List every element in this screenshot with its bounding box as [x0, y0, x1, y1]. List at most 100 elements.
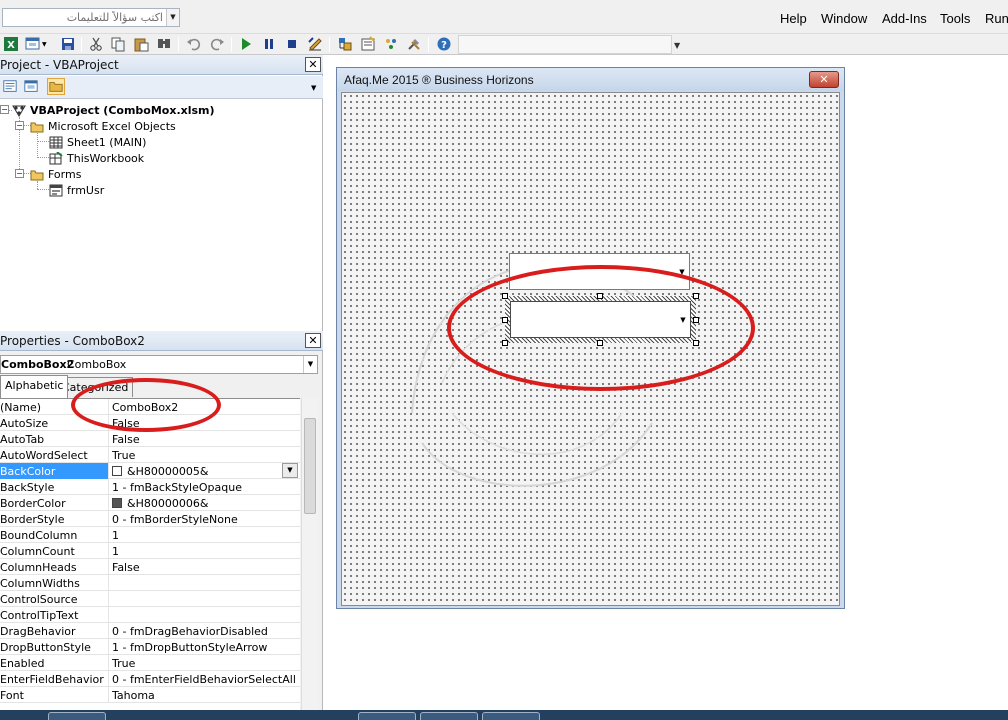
reset-icon[interactable] [284, 36, 300, 52]
property-dropdown-button[interactable]: ▼ [282, 463, 298, 478]
paste-icon[interactable] [133, 36, 149, 52]
property-value[interactable]: 1 [112, 545, 119, 558]
scrollbar-thumb[interactable] [304, 418, 316, 514]
annotation-ellipse-name [71, 378, 221, 432]
property-value[interactable]: 0 - fmBorderStyleNone [112, 513, 238, 526]
svg-text:?: ? [441, 40, 447, 51]
property-row[interactable]: AutoWordSelect True [0, 447, 300, 463]
object-selector-dropdown[interactable]: ComboBox2 ComboBox ▼ [0, 355, 318, 374]
insert-userform-icon[interactable] [25, 36, 41, 52]
copy-icon[interactable] [110, 36, 126, 52]
property-value[interactable]: 0 - fmDragBehaviorDisabled [112, 625, 268, 638]
project-explorer-icon[interactable] [337, 36, 353, 52]
line-column-indicator [458, 35, 672, 54]
toggle-folders-icon[interactable] [47, 78, 65, 95]
menu-add-ins[interactable]: Add-Ins [882, 11, 927, 26]
properties-pane-close-button[interactable]: ✕ [305, 333, 321, 348]
redo-icon[interactable] [209, 36, 225, 52]
property-row[interactable]: DropButtonStyle 1 - fmDropButtonStyleArro… [0, 639, 300, 655]
property-value[interactable]: Tahoma [112, 689, 155, 702]
property-value[interactable]: False [112, 433, 140, 446]
taskbar-button[interactable] [420, 712, 478, 720]
ask-question-box[interactable]: ▼ [2, 8, 180, 27]
property-row[interactable]: BorderColor &H80000006& [0, 495, 300, 511]
property-row[interactable]: ControlSource [0, 591, 300, 607]
property-name: BackColor [0, 463, 109, 479]
find-icon[interactable] [156, 36, 172, 52]
property-grid-scrollbar[interactable] [301, 398, 318, 720]
property-value[interactable]: True [112, 657, 135, 670]
property-row[interactable]: ColumnCount 1 [0, 543, 300, 559]
taskbar-button[interactable] [48, 712, 106, 720]
collapse-excel-objects-toggle[interactable]: − [15, 121, 24, 130]
property-row[interactable]: ControlTipText [0, 607, 300, 623]
menu-tools[interactable]: Tools [940, 11, 970, 26]
insert-dropdown-icon[interactable]: ▼ [42, 41, 47, 48]
toolbox-icon[interactable] [406, 36, 422, 52]
project-tree: − − − VBAProject (ComboMox.xlsm) Microso… [0, 101, 323, 331]
tree-item-label: VBAProject (ComboMox.xlsm) [30, 104, 215, 117]
property-name: Enabled [0, 655, 109, 671]
userform-titlebar[interactable]: Afaq.Me 2015 ® Business Horizons ✕ [337, 68, 844, 91]
property-row[interactable]: Font Tahoma [0, 687, 300, 703]
property-value[interactable]: &H80000006& [127, 497, 208, 510]
run-icon[interactable] [238, 36, 254, 52]
property-name: DragBehavior [0, 623, 109, 639]
property-row[interactable]: BackColor &H80000005& ▼ [0, 463, 300, 479]
property-row[interactable]: BackStyle 1 - fmBackStyleOpaque [0, 479, 300, 495]
help-icon[interactable]: ? [436, 36, 452, 52]
property-value[interactable]: False [112, 561, 140, 574]
property-row[interactable]: ColumnHeads False [0, 559, 300, 575]
taskbar-button[interactable] [482, 712, 540, 720]
project-pane-toolbar: ▼ [0, 76, 323, 99]
property-value[interactable]: 0 - fmEnterFieldBehaviorSelectAll [112, 673, 296, 686]
chevron-down-icon[interactable]: ▼ [303, 356, 317, 373]
object-browser-icon[interactable] [383, 36, 399, 52]
menu-run[interactable]: Run [985, 11, 1008, 26]
excel-view-icon[interactable]: X [3, 36, 19, 52]
save-icon[interactable] [60, 36, 76, 52]
property-name: BorderStyle [0, 511, 109, 527]
tab-alphabetic[interactable]: Alphabetic [0, 375, 69, 398]
property-value[interactable]: 1 - fmBackStyleOpaque [112, 481, 242, 494]
project-toolbar-overflow-icon[interactable]: ▼ [311, 84, 316, 92]
property-value[interactable]: &H80000005& [127, 465, 208, 478]
property-value[interactable]: 1 [112, 529, 119, 542]
collapse-forms-toggle[interactable]: − [15, 169, 24, 178]
property-name: EnterFieldBehavior [0, 671, 109, 687]
property-row[interactable]: BoundColumn 1 [0, 527, 300, 543]
cut-icon[interactable] [88, 36, 104, 52]
tree-item-label: frmUsr [67, 184, 105, 197]
property-row[interactable]: DragBehavior 0 - fmDragBehaviorDisabled [0, 623, 300, 639]
property-value[interactable]: True [112, 449, 135, 462]
userform-close-button[interactable]: ✕ [809, 71, 839, 88]
view-code-icon[interactable] [1, 78, 19, 95]
toolbar-options-icon[interactable]: ▼ [674, 41, 680, 50]
property-row[interactable]: AutoTab False [0, 431, 300, 447]
properties-window-icon[interactable] [360, 36, 376, 52]
object-selector-name: ComboBox2 [1, 358, 75, 371]
ask-question-input[interactable] [3, 9, 167, 26]
svg-text:X: X [7, 40, 15, 51]
collapse-vbaproject-toggle[interactable]: − [0, 105, 9, 114]
project-pane-titlebar: Project - VBAProject ✕ [0, 55, 323, 75]
property-row[interactable]: EnterFieldBehavior 0 - fmEnterFieldBehavi… [0, 671, 300, 687]
property-name: DropButtonStyle [0, 639, 109, 655]
project-pane-close-button[interactable]: ✕ [305, 57, 321, 72]
menu-window[interactable]: Window [821, 11, 867, 26]
property-row[interactable]: Enabled True [0, 655, 300, 671]
break-icon[interactable] [261, 36, 277, 52]
property-row[interactable]: BorderStyle 0 - fmBorderStyleNone [0, 511, 300, 527]
property-row[interactable]: ColumnWidths [0, 575, 300, 591]
design-mode-icon[interactable] [307, 36, 323, 52]
undo-icon[interactable] [186, 36, 202, 52]
property-value[interactable]: 1 - fmDropButtonStyleArrow [112, 641, 267, 654]
vbaproject-icon [12, 105, 26, 117]
taskbar-button[interactable] [358, 712, 416, 720]
ask-question-dropdown-button[interactable]: ▼ [166, 9, 179, 26]
property-name: AutoTab [0, 431, 109, 447]
property-name: ColumnCount [0, 543, 109, 559]
view-object-icon[interactable] [22, 78, 40, 95]
menu-help[interactable]: Help [780, 11, 807, 26]
color-swatch [112, 498, 122, 508]
